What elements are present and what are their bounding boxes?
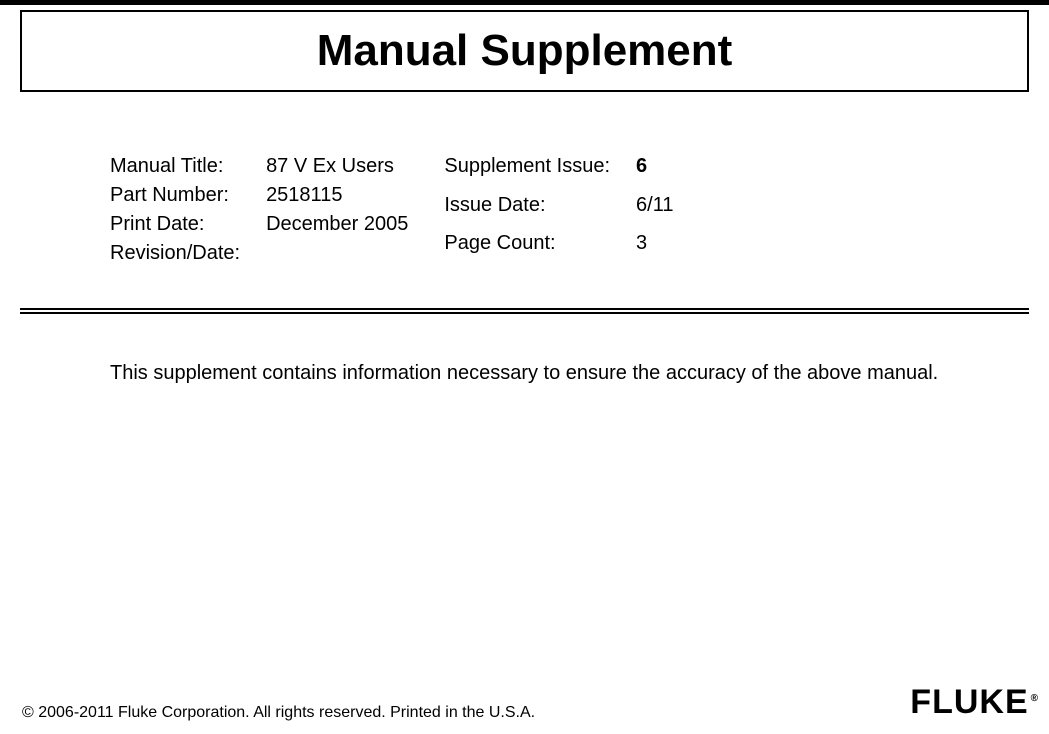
footer: © 2006-2011 Fluke Corporation. All right… — [22, 683, 1039, 722]
info-label: Revision/Date: — [110, 239, 240, 268]
info-value — [266, 239, 408, 268]
page-title: Manual Supplement — [22, 26, 1027, 76]
info-value: December 2005 — [266, 210, 408, 239]
info-value: 3 — [636, 229, 673, 268]
info-label: Page Count: — [444, 229, 610, 268]
top-edge — [0, 0, 1049, 5]
info-block: Manual Title: 87 V Ex Users Part Number:… — [110, 152, 939, 268]
registered-icon: ® — [1031, 693, 1039, 704]
info-label: Supplement Issue: — [444, 152, 610, 191]
copyright-text: © 2006-2011 Fluke Corporation. All right… — [22, 704, 535, 722]
title-box: Manual Supplement — [20, 10, 1029, 92]
info-value: 6/11 — [636, 191, 673, 230]
logo-text: FLUKE — [910, 683, 1028, 722]
info-col-right: Supplement Issue: 6 Issue Date: 6/11 Pag… — [444, 152, 673, 268]
info-value: 87 V Ex Users — [266, 152, 408, 181]
info-col-left: Manual Title: 87 V Ex Users Part Number:… — [110, 152, 408, 268]
info-label: Part Number: — [110, 181, 240, 210]
logo-fluke: FLUKE ® — [910, 683, 1039, 722]
divider — [20, 308, 1029, 314]
info-label: Manual Title: — [110, 152, 240, 181]
info-label: Print Date: — [110, 210, 240, 239]
info-value: 6 — [636, 152, 673, 191]
info-value: 2518115 — [266, 181, 408, 210]
info-label: Issue Date: — [444, 191, 610, 230]
body-text: This supplement contains information nec… — [110, 359, 939, 387]
